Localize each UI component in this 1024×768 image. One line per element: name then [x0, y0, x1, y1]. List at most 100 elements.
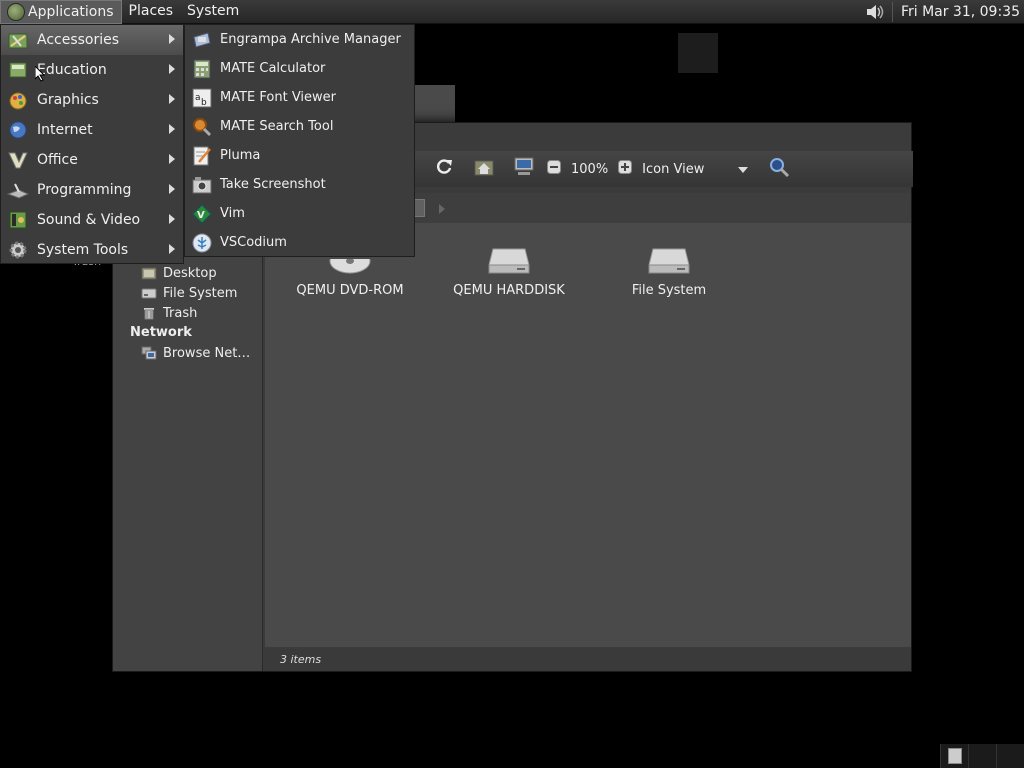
- text-editor-icon: [191, 145, 213, 167]
- menu-item-engrampa[interactable]: Engrampa Archive Manager: [185, 25, 414, 54]
- menu-item-pluma[interactable]: Pluma: [185, 141, 414, 170]
- chevron-right-icon: [169, 183, 175, 197]
- menu-item-calculator[interactable]: MATE Calculator: [185, 54, 414, 83]
- chevron-right-icon: [169, 93, 175, 107]
- menu-item-programming[interactable]: Programming: [1, 175, 183, 205]
- harddisk-icon: [444, 245, 574, 277]
- svg-text:b: b: [201, 98, 207, 108]
- computer-button[interactable]: [511, 156, 537, 182]
- sidebar-item-label: Trash: [163, 305, 198, 321]
- view-mode-select[interactable]: Icon View: [638, 161, 749, 177]
- menu-item-internet[interactable]: Internet: [1, 115, 183, 145]
- menu-item-vscodium[interactable]: VSCodium: [185, 228, 414, 257]
- office-icon: [7, 149, 29, 171]
- file-view[interactable]: QEMU DVD-ROM QEMU HARDDISK File System: [265, 223, 911, 647]
- sidebar-item-file-system[interactable]: File System: [113, 283, 262, 303]
- vscodium-icon: [191, 232, 213, 254]
- menu-item-label: Pluma: [220, 148, 261, 163]
- view-mode-label: Icon View: [642, 161, 705, 177]
- chevron-right-icon: [169, 243, 175, 257]
- search-button[interactable]: [766, 156, 792, 182]
- applications-menu-label: Applications: [28, 3, 114, 20]
- home-folder-icon: [474, 158, 494, 180]
- status-bar: 3 items: [265, 649, 911, 671]
- font-icon: ab: [191, 87, 213, 109]
- chevron-right-icon: [169, 33, 175, 47]
- menu-item-sound-video[interactable]: Sound & Video: [1, 205, 183, 235]
- desktop-icon: [141, 265, 157, 281]
- workspace-3[interactable]: [996, 744, 1024, 768]
- menu-item-vim[interactable]: V Vim: [185, 199, 414, 228]
- education-icon: [7, 59, 29, 81]
- sidebar-item-label: Desktop: [163, 265, 217, 281]
- archive-icon: [191, 29, 213, 51]
- file-item-label: QEMU HARDDISK: [453, 283, 565, 298]
- chevron-right-icon: [169, 213, 175, 227]
- accessories-submenu: Engrampa Archive Manager MATE Calculator…: [184, 24, 415, 257]
- volume-icon[interactable]: [864, 2, 886, 22]
- home-button[interactable]: [471, 156, 497, 182]
- sidebar-item-label: File System: [163, 285, 238, 301]
- file-item-label: QEMU DVD-ROM: [296, 283, 404, 298]
- zoom-level: 100%: [571, 161, 609, 177]
- programming-icon: [7, 179, 29, 201]
- sidebar-item-trash[interactable]: Trash: [113, 303, 262, 323]
- file-item-harddisk[interactable]: QEMU HARDDISK: [444, 245, 574, 298]
- panel-tray: Fri Mar 31, 09:35: [864, 0, 1024, 24]
- menu-item-education[interactable]: Education: [1, 55, 183, 85]
- system-menu-button[interactable]: System: [180, 0, 246, 24]
- menu-item-font-viewer[interactable]: ab MATE Font Viewer: [185, 83, 414, 112]
- drive-icon: [141, 285, 157, 301]
- camera-icon: [191, 174, 213, 196]
- computer-icon: [513, 157, 535, 181]
- internet-globe-icon: [7, 119, 29, 141]
- file-item-file-system[interactable]: File System: [604, 245, 734, 298]
- applications-menu-button[interactable]: Applications: [0, 0, 122, 24]
- sidebar-item-desktop[interactable]: Desktop: [113, 263, 262, 283]
- chevron-right-icon[interactable]: [439, 203, 445, 218]
- file-item-label: File System: [631, 283, 707, 298]
- menu-item-search-tool[interactable]: MATE Search Tool: [185, 112, 414, 141]
- menu-item-label: Education: [37, 62, 107, 78]
- menu-item-screenshot[interactable]: Take Screenshot: [185, 170, 414, 199]
- menu-item-label: Accessories: [37, 32, 120, 48]
- clock[interactable]: Fri Mar 31, 09:35: [893, 4, 1024, 20]
- zoom-in-button[interactable]: [612, 156, 638, 182]
- menu-item-label: MATE Calculator: [220, 61, 326, 76]
- workspace-2[interactable]: [968, 744, 996, 768]
- chevron-right-icon: [169, 153, 175, 167]
- menu-item-label: Internet: [37, 122, 93, 138]
- menu-item-accessories[interactable]: Accessories: [1, 25, 183, 55]
- menu-item-label: MATE Search Tool: [220, 119, 334, 134]
- chevron-right-icon: [169, 123, 175, 137]
- workspace-switcher: [940, 744, 1024, 768]
- reload-button[interactable]: [431, 156, 457, 182]
- menu-item-graphics[interactable]: Graphics: [1, 85, 183, 115]
- svg-text:V: V: [197, 210, 205, 221]
- menu-item-label: MATE Font Viewer: [220, 90, 337, 105]
- calculator-icon: [191, 58, 213, 80]
- applications-menu: Accessories Education Graphics Internet: [0, 24, 184, 264]
- file-manager-sidebar: Desktop File System Trash Network Browse…: [113, 223, 263, 671]
- desktop-window-fragment: [678, 33, 718, 73]
- sidebar-item-browse-network[interactable]: Browse Net…: [113, 343, 262, 363]
- menu-item-office[interactable]: Office: [1, 145, 183, 175]
- menu-item-label: Graphics: [37, 92, 99, 108]
- menu-item-label: Take Screenshot: [220, 177, 326, 192]
- sidebar-heading-network: Network: [130, 325, 192, 340]
- search-icon: [191, 116, 213, 138]
- workspace-1[interactable]: [940, 744, 968, 768]
- network-icon: [141, 345, 157, 361]
- zoom-out-button[interactable]: [541, 156, 567, 182]
- places-menu-button[interactable]: Places: [122, 0, 181, 24]
- menu-item-label: VSCodium: [220, 235, 287, 250]
- gear-icon: [7, 239, 29, 261]
- menu-item-label: Vim: [220, 206, 245, 221]
- menu-item-label: Office: [37, 152, 78, 168]
- menu-item-system-tools[interactable]: System Tools: [1, 235, 183, 265]
- accessories-icon: [7, 29, 29, 51]
- menu-item-label: Sound & Video: [37, 212, 141, 228]
- harddisk-icon: [604, 245, 734, 277]
- mate-logo-icon: [7, 2, 25, 21]
- zoom-in-icon: [618, 160, 633, 178]
